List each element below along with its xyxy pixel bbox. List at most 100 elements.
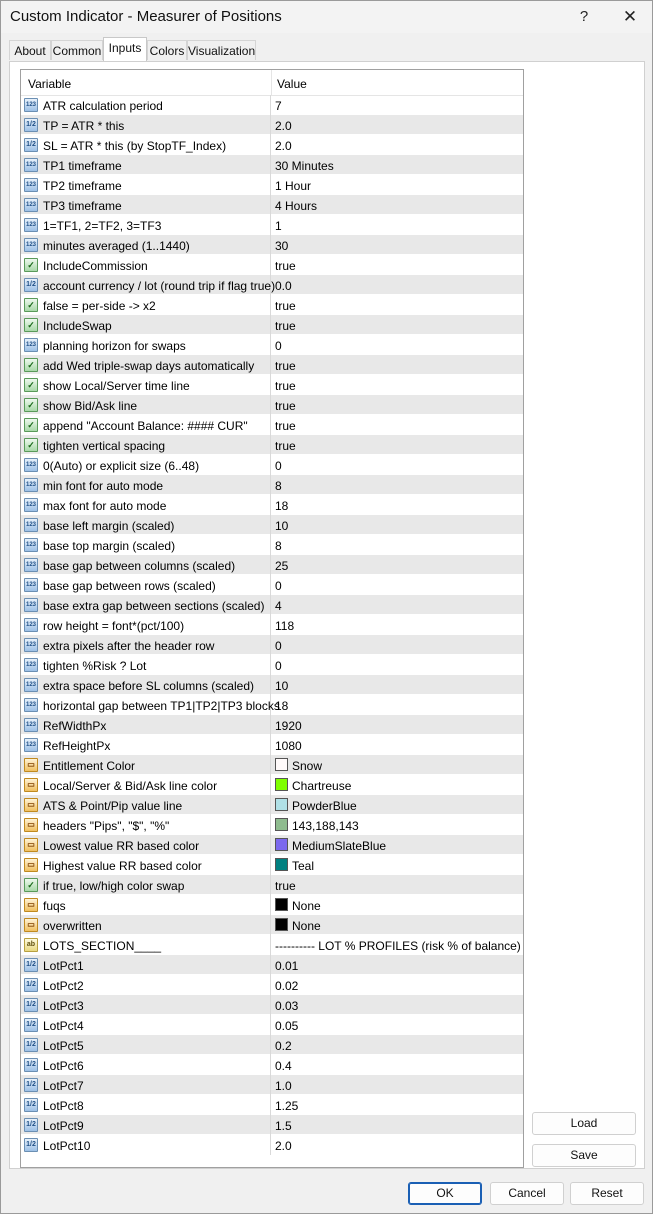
value-cell[interactable]: 25 [275,559,288,573]
variable-cell[interactable]: 1/2 LotPct3 [21,995,271,1015]
value-cell[interactable]: 18 [275,699,288,713]
ok-button[interactable]: OK [408,1182,482,1205]
table-row[interactable]: 123 base top margin (scaled) 8 [21,535,523,555]
value-cell[interactable]: 0.01 [275,959,298,973]
tab-colors[interactable]: Colors [147,40,187,60]
color-swatch[interactable] [275,838,288,851]
variable-cell[interactable]: 1/2 LotPct1 [21,955,271,975]
variable-cell[interactable]: 1/2 TP = ATR * this [21,115,271,135]
table-row[interactable]: 123 1=TF1, 2=TF2, 3=TF3 1 [21,215,523,235]
value-cell[interactable]: 2.0 [275,139,292,153]
variable-cell[interactable]: ▭ overwritten [21,915,271,935]
table-row[interactable]: 1/2 LotPct4 0.05 [21,1015,523,1035]
variable-cell[interactable]: ✓ tighten vertical spacing [21,435,271,455]
value-cell[interactable]: 30 Minutes [275,159,334,173]
table-row[interactable]: 123 extra pixels after the header row 0 [21,635,523,655]
value-cell[interactable]: true [275,879,296,893]
variable-cell[interactable]: ✓ IncludeCommission [21,255,271,275]
table-row[interactable]: 123 base gap between rows (scaled) 0 [21,575,523,595]
table-row[interactable]: ab LOTS_SECTION____ ---------- LOT % PROFI… [21,935,523,955]
table-row[interactable]: 123 TP1 timeframe 30 Minutes [21,155,523,175]
tab-common[interactable]: Common [51,40,103,60]
table-row[interactable]: 1/2 LotPct1 0.01 [21,955,523,975]
value-cell[interactable]: 0.2 [275,1039,292,1053]
variable-cell[interactable]: 123 base gap between columns (scaled) [21,555,271,575]
variable-cell[interactable]: ✓ show Local/Server time line [21,375,271,395]
value-cell[interactable]: 0.0 [275,279,292,293]
value-cell[interactable]: 0 [275,459,282,473]
table-row[interactable]: 123 extra space before SL columns (scaled… [21,675,523,695]
table-row[interactable]: 123 ATR calculation period 7 [21,95,523,115]
table-row[interactable]: 1/2 TP = ATR * this 2.0 [21,115,523,135]
table-row[interactable]: ✓ false = per-side -> x2 true [21,295,523,315]
variable-cell[interactable]: 123 TP1 timeframe [21,155,271,175]
table-row[interactable]: ▭ ATS & Point/Pip value line PowderBlue [21,795,523,815]
value-cell[interactable]: 1 Hour [275,179,311,193]
variable-cell[interactable]: 123 base extra gap between sections (scal… [21,595,271,615]
color-swatch[interactable] [275,858,288,871]
value-cell[interactable]: 18 [275,499,288,513]
table-row[interactable]: ✓ append "Account Balance: #### CUR" true [21,415,523,435]
variable-cell[interactable]: ▭ Highest value RR based color [21,855,271,875]
value-cell[interactable]: true [275,359,296,373]
value-cell[interactable]: 30 [275,239,288,253]
table-row[interactable]: ✓ IncludeCommission true [21,255,523,275]
variable-cell[interactable]: ✓ false = per-side -> x2 [21,295,271,315]
color-swatch[interactable] [275,898,288,911]
value-cell[interactable]: 0 [275,339,282,353]
tab-visualization[interactable]: Visualization [187,40,256,60]
table-row[interactable]: ▭ headers "Pips", "$", "%" 143,188,143 [21,815,523,835]
value-cell[interactable]: 1080 [275,739,302,753]
variable-cell[interactable]: ✓ show Bid/Ask line [21,395,271,415]
table-row[interactable]: 1/2 LotPct5 0.2 [21,1035,523,1055]
variable-cell[interactable]: 123 min font for auto mode [21,475,271,495]
variable-cell[interactable]: ▭ Lowest value RR based color [21,835,271,855]
value-cell[interactable]: 2.0 [275,1139,292,1153]
value-cell[interactable]: 8 [275,539,282,553]
variable-cell[interactable]: 1/2 LotPct8 [21,1095,271,1115]
variable-cell[interactable]: 1/2 LotPct7 [21,1075,271,1095]
variable-cell[interactable]: 1/2 LotPct10 [21,1135,271,1155]
table-row[interactable]: 123 TP3 timeframe 4 Hours [21,195,523,215]
value-cell[interactable]: 1.5 [275,1119,292,1133]
table-row[interactable]: ✓ add Wed triple-swap days automatically t… [21,355,523,375]
value-cell[interactable]: MediumSlateBlue [292,839,386,853]
variable-cell[interactable]: 123 ATR calculation period [21,95,271,115]
table-row[interactable]: ✓ if true, low/high color swap true [21,875,523,895]
color-swatch[interactable] [275,778,288,791]
variable-cell[interactable]: 123 row height = font*(pct/100) [21,615,271,635]
value-cell[interactable]: 2.0 [275,119,292,133]
value-cell[interactable]: 0 [275,579,282,593]
value-cell[interactable]: 0.02 [275,979,298,993]
variable-cell[interactable]: 1/2 LotPct6 [21,1055,271,1075]
table-row[interactable]: 1/2 LotPct3 0.03 [21,995,523,1015]
table-row[interactable]: ✓ IncludeSwap true [21,315,523,335]
table-row[interactable]: ▭ fuqs None [21,895,523,915]
variable-cell[interactable]: 123 tighten %Risk ? Lot [21,655,271,675]
value-cell[interactable]: 10 [275,519,288,533]
variable-cell[interactable]: 123 planning horizon for swaps [21,335,271,355]
close-icon[interactable]: ✕ [610,3,650,31]
variable-cell[interactable]: 123 TP3 timeframe [21,195,271,215]
value-cell[interactable]: 1 [275,219,282,233]
variable-cell[interactable]: 123 RefHeightPx [21,735,271,755]
table-row[interactable]: 123 max font for auto mode 18 [21,495,523,515]
value-cell[interactable]: 1.0 [275,1079,292,1093]
table-row[interactable]: 1/2 LotPct7 1.0 [21,1075,523,1095]
variable-cell[interactable]: 1/2 SL = ATR * this (by StopTF_Index) [21,135,271,155]
table-row[interactable]: ✓ show Local/Server time line true [21,375,523,395]
table-row[interactable]: ✓ show Bid/Ask line true [21,395,523,415]
variable-cell[interactable]: 1/2 account currency / lot (round trip if… [21,275,275,295]
variable-cell[interactable]: ✓ add Wed triple-swap days automatically [21,355,271,375]
value-cell[interactable]: 8 [275,479,282,493]
value-cell[interactable]: 7 [275,99,282,113]
variable-cell[interactable]: ▭ Entitlement Color [21,755,271,775]
cancel-button[interactable]: Cancel [490,1182,564,1205]
value-cell[interactable]: ---------- LOT % PROFILES (risk % of bal… [275,939,523,953]
color-swatch[interactable] [275,798,288,811]
table-row[interactable]: ▭ overwritten None [21,915,523,935]
table-row[interactable]: 123 tighten %Risk ? Lot 0 [21,655,523,675]
column-divider[interactable] [271,70,272,95]
table-row[interactable]: 1/2 LotPct9 1.5 [21,1115,523,1135]
variable-cell[interactable]: 1/2 LotPct4 [21,1015,271,1035]
